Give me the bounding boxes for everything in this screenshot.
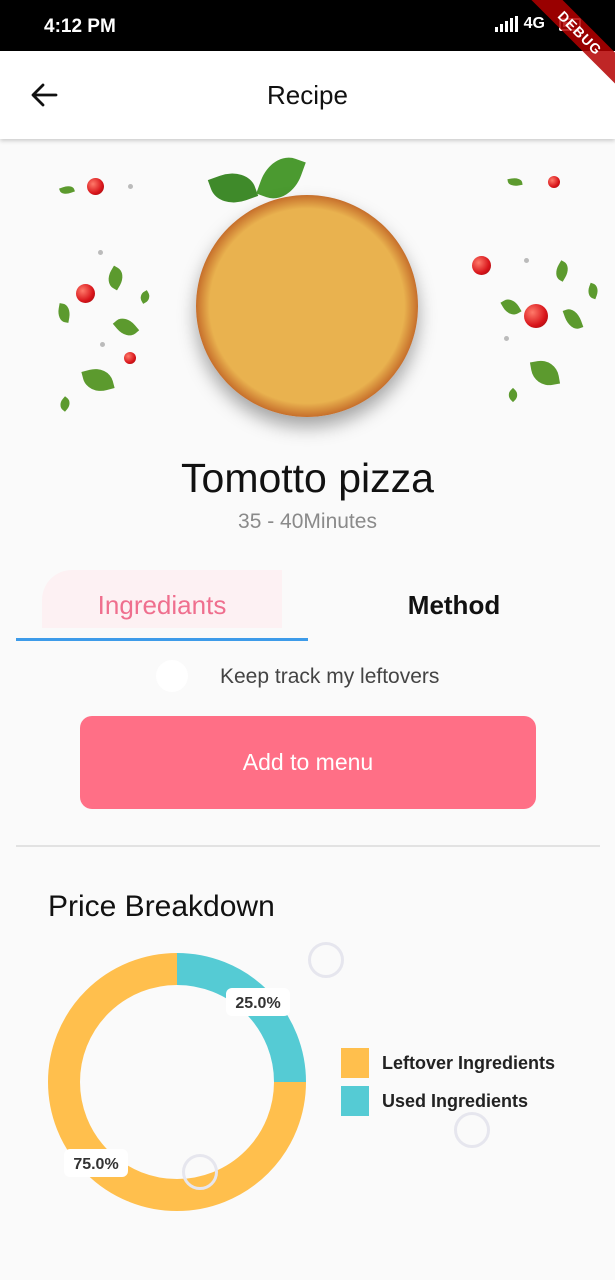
basil-leaf-icon bbox=[500, 295, 522, 319]
donut-chart: 25.0% 75.0% bbox=[48, 953, 306, 1211]
pepper-icon bbox=[524, 258, 529, 263]
status-time: 4:12 PM bbox=[44, 16, 116, 37]
tomato-icon bbox=[124, 352, 136, 364]
tomato-icon bbox=[76, 284, 95, 303]
tab-indicator bbox=[16, 638, 308, 641]
basil-leaf-icon bbox=[552, 260, 572, 282]
svg-text:75.0%: 75.0% bbox=[73, 1156, 118, 1173]
basil-leaf-icon bbox=[207, 165, 259, 211]
pizza-image bbox=[196, 195, 418, 417]
recipe-cook-time: 35 - 40Minutes bbox=[238, 510, 377, 533]
donut-slice-used-ingredients bbox=[176, 953, 306, 1083]
debug-label: DEBUG bbox=[526, 0, 615, 87]
pepper-icon bbox=[128, 184, 133, 189]
tomato-icon bbox=[524, 304, 548, 328]
tomato-icon bbox=[472, 256, 491, 275]
basil-leaf-icon bbox=[138, 290, 152, 304]
basil-leaf-icon bbox=[529, 357, 561, 389]
basil-leaf-icon bbox=[507, 176, 523, 188]
basil-leaf-icon bbox=[56, 303, 72, 323]
tomato-icon bbox=[87, 178, 104, 195]
basil-leaf-icon bbox=[57, 396, 73, 412]
pepper-icon bbox=[504, 336, 509, 341]
price-breakdown-title: Price Breakdown bbox=[48, 890, 275, 923]
recipe-name: Tomotto pizza bbox=[181, 455, 434, 501]
chart-legend: Leftover Ingredients Used Ingredients bbox=[341, 1048, 555, 1124]
basil-leaf-icon bbox=[505, 387, 521, 403]
tab-label: Ingrediants bbox=[97, 589, 227, 620]
leftover-toggle[interactable] bbox=[156, 660, 188, 692]
legend-swatch bbox=[341, 1048, 369, 1078]
tab-label: Method bbox=[407, 589, 501, 620]
svg-text:25.0%: 25.0% bbox=[235, 995, 280, 1012]
basil-leaf-icon bbox=[562, 306, 584, 332]
legend-swatch bbox=[341, 1086, 369, 1116]
pepper-icon bbox=[98, 250, 103, 255]
debug-banner: DEBUG bbox=[515, 0, 615, 100]
tomato-icon bbox=[548, 176, 560, 188]
tab-ingredients[interactable]: Ingrediants bbox=[16, 570, 308, 640]
basil-leaf-icon bbox=[112, 313, 140, 341]
pepper-icon bbox=[100, 342, 105, 347]
add-to-menu-button[interactable]: Add to menu bbox=[80, 716, 536, 809]
tab-method[interactable]: Method bbox=[308, 570, 600, 640]
decorative-circle bbox=[182, 1154, 218, 1190]
basil-leaf-icon bbox=[585, 282, 601, 300]
legend-item: Leftover Ingredients bbox=[341, 1048, 555, 1078]
leftover-toggle-label: Keep track my leftovers bbox=[220, 665, 440, 688]
price-breakdown-chart: 25.0% 75.0% bbox=[40, 945, 320, 1225]
data-label: 75.0% bbox=[64, 1149, 128, 1177]
basil-leaf-icon bbox=[59, 183, 75, 197]
legend-label: Used Ingredients bbox=[382, 1090, 529, 1111]
divider bbox=[16, 845, 600, 847]
basil-leaf-icon bbox=[81, 364, 115, 396]
basil-leaf-icon bbox=[104, 265, 127, 291]
recipe-hero-image bbox=[0, 140, 615, 440]
data-label: 25.0% bbox=[226, 988, 290, 1016]
legend-label: Leftover Ingredients bbox=[382, 1052, 556, 1073]
legend-item: Used Ingredients bbox=[341, 1086, 555, 1116]
